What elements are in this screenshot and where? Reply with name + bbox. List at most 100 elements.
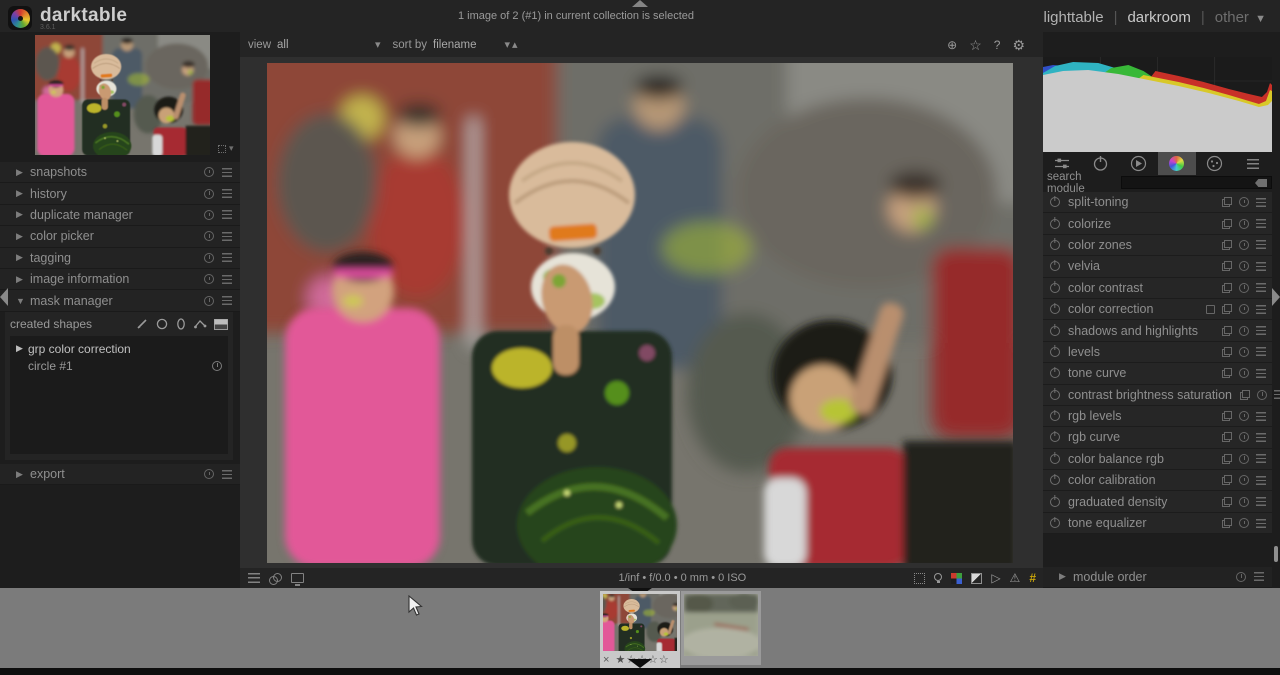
reset-icon[interactable]	[1239, 326, 1249, 336]
reset-icon[interactable]	[204, 274, 214, 284]
multi-instance-icon[interactable]	[1222, 326, 1232, 336]
power-icon[interactable]	[1050, 197, 1060, 207]
gamut-check-icon[interactable]: ⚠	[1010, 572, 1021, 584]
tab-color-group[interactable]	[1158, 152, 1196, 175]
power-icon[interactable]	[1050, 326, 1060, 336]
overlays-icon[interactable]: ☆	[969, 38, 982, 52]
panel-color-picker[interactable]: ▶ color picker	[0, 226, 240, 247]
filmstrip-collapse-handle[interactable]	[628, 659, 652, 668]
reset-icon[interactable]	[1239, 497, 1249, 507]
panel-tagging[interactable]: ▶ tagging	[0, 248, 240, 269]
power-icon[interactable]	[1050, 347, 1060, 357]
module-rgb-curve[interactable]: rgb curve	[1043, 427, 1272, 448]
overexposure-icon[interactable]	[971, 573, 982, 584]
module-velvia[interactable]: velvia	[1043, 256, 1272, 277]
multi-instance-icon[interactable]	[1222, 347, 1232, 357]
presets-icon[interactable]	[222, 168, 232, 177]
reset-icon[interactable]	[204, 296, 214, 306]
reset-icon[interactable]	[1239, 432, 1249, 442]
softproof-icon[interactable]: ▷	[991, 572, 1000, 584]
panel-duplicate-manager[interactable]: ▶ duplicate manager	[0, 205, 240, 226]
reset-icon[interactable]	[1239, 347, 1249, 357]
reset-icon[interactable]	[1239, 454, 1249, 464]
module-contrast-brightness-saturation[interactable]: contrast brightness saturation	[1043, 385, 1272, 406]
power-icon[interactable]	[1050, 411, 1060, 421]
brush-tool-icon[interactable]	[136, 318, 149, 330]
view-other-dropdown[interactable]: other ▼	[1215, 9, 1266, 26]
color-assessment-icon[interactable]	[934, 573, 942, 581]
multi-instance-icon[interactable]	[1222, 283, 1232, 293]
multi-instance-icon[interactable]	[1222, 475, 1232, 485]
reset-icon[interactable]	[1257, 390, 1267, 400]
circle-tool-icon[interactable]	[156, 318, 168, 330]
power-icon[interactable]	[1050, 518, 1060, 528]
module-color-calibration[interactable]: color calibration	[1043, 470, 1272, 491]
shape-item-row[interactable]: circle #1	[16, 357, 222, 374]
reset-icon[interactable]	[1239, 475, 1249, 485]
panel-module-order[interactable]: ▶ module order	[1043, 567, 1272, 588]
grouping-icon[interactable]: ⊕	[947, 39, 957, 51]
power-icon[interactable]	[1050, 390, 1060, 400]
power-icon[interactable]	[1050, 368, 1060, 378]
presets-icon[interactable]	[222, 232, 232, 241]
styles-icon[interactable]	[269, 573, 282, 584]
guides-icon[interactable]: #	[1029, 571, 1035, 585]
panel-export[interactable]: ▶ export	[0, 464, 240, 485]
module-search-input[interactable]	[1121, 176, 1272, 189]
multi-instance-icon[interactable]	[1222, 261, 1232, 271]
main-image[interactable]	[267, 63, 1013, 563]
tab-base-group[interactable]	[1119, 152, 1157, 175]
tab-presets-menu[interactable]	[1234, 152, 1272, 175]
shape-group-row[interactable]: ▶ grp color correction	[16, 340, 222, 357]
module-color-zones[interactable]: color zones	[1043, 235, 1272, 256]
reset-icon[interactable]	[204, 210, 214, 220]
power-icon[interactable]	[1050, 261, 1060, 271]
presets-icon[interactable]	[222, 253, 232, 262]
presets-icon[interactable]	[1274, 390, 1280, 399]
power-icon[interactable]	[1050, 283, 1060, 293]
multi-instance-icon[interactable]	[1222, 304, 1232, 314]
multi-instance-icon[interactable]	[1240, 390, 1250, 400]
presets-icon[interactable]	[1256, 433, 1266, 442]
second-window-icon[interactable]	[291, 573, 304, 583]
panel-snapshots[interactable]: ▶ snapshots	[0, 162, 240, 183]
help-icon[interactable]: ?	[994, 39, 1001, 51]
reset-icon[interactable]	[204, 189, 214, 199]
presets-icon[interactable]	[1256, 347, 1266, 356]
presets-icon[interactable]	[1256, 369, 1266, 378]
filmstrip-options-icon[interactable]	[248, 573, 260, 583]
module-color-correction[interactable]: color correction	[1043, 299, 1272, 320]
multi-instance-icon[interactable]	[1222, 240, 1232, 250]
panel-history[interactable]: ▶ history	[0, 183, 240, 204]
histogram[interactable]	[1043, 57, 1272, 152]
multi-instance-icon[interactable]	[1222, 197, 1232, 207]
presets-icon[interactable]	[1256, 412, 1266, 421]
sort-direction-icon[interactable]: ▴	[512, 38, 518, 51]
module-tone-equalizer[interactable]: tone equalizer	[1043, 513, 1272, 534]
presets-icon[interactable]	[1256, 326, 1266, 335]
presets-icon[interactable]	[222, 470, 232, 479]
multi-instance-icon[interactable]	[1222, 219, 1232, 229]
right-panel-collapse-handle[interactable]	[1272, 288, 1280, 306]
module-levels[interactable]: levels	[1043, 342, 1272, 363]
presets-icon[interactable]	[1256, 454, 1266, 463]
presets-icon[interactable]	[222, 189, 232, 198]
navigation-preview[interactable]	[35, 35, 210, 155]
reset-icon[interactable]	[1239, 283, 1249, 293]
tab-correct-group[interactable]	[1196, 152, 1234, 175]
presets-icon[interactable]	[1256, 240, 1266, 249]
panel-mask-manager[interactable]: ▼ mask manager	[0, 290, 240, 311]
module-graduated-density[interactable]: graduated density	[1043, 491, 1272, 512]
multi-instance-icon[interactable]	[1222, 518, 1232, 528]
power-icon[interactable]	[1050, 432, 1060, 442]
module-color-balance-rgb[interactable]: color balance rgb	[1043, 449, 1272, 470]
power-icon[interactable]	[1050, 497, 1060, 507]
preferences-icon[interactable]: ⚙	[1012, 38, 1025, 52]
zoom-level-control[interactable]: ▾	[218, 143, 234, 154]
top-panel-collapse-handle[interactable]	[632, 0, 648, 7]
multi-instance-icon[interactable]	[1222, 411, 1232, 421]
module-split-toning[interactable]: split-toning	[1043, 192, 1272, 213]
presets-icon[interactable]	[222, 275, 232, 284]
reset-icon[interactable]	[204, 231, 214, 241]
multi-instance-icon[interactable]	[1222, 432, 1232, 442]
